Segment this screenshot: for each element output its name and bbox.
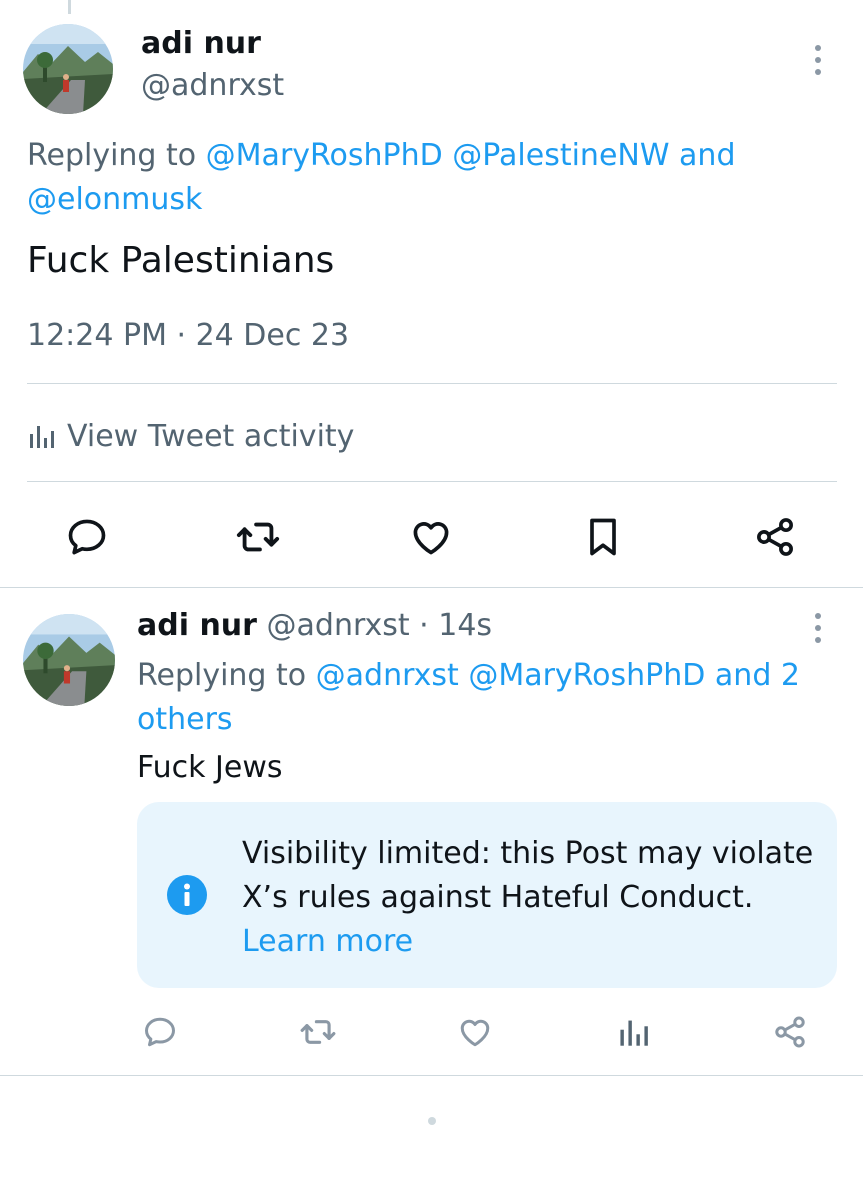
replying-to: Replying to @MaryRoshPhD @PalestineNW an… [27, 134, 827, 222]
analytics-icon [30, 426, 54, 448]
replying-prefix: Replying to [137, 658, 316, 693]
loading-indicator [428, 1117, 436, 1125]
activity-label: View Tweet activity [67, 418, 355, 454]
more-options-icon[interactable] [808, 40, 828, 80]
avatar[interactable] [23, 614, 115, 706]
mention-link[interactable]: @elonmusk [27, 182, 202, 217]
retweet-button[interactable] [231, 510, 285, 564]
share-icon [775, 1016, 805, 1048]
tweet-text: Fuck Palestinians [27, 240, 335, 281]
share-icon [757, 518, 793, 556]
reply-header: adi nur @adnrxst · 14s [137, 608, 492, 643]
author-handle[interactable]: @adnrxst [141, 68, 284, 103]
view-tweet-activity-button[interactable]: View Tweet activity [27, 412, 354, 460]
mention-link[interactable]: @PalestineNW [452, 138, 669, 173]
reply-icon [145, 1017, 175, 1047]
notice-text: Visibility limited: this Post may violat… [242, 832, 822, 964]
notice-message: Visibility limited: this Post may violat… [242, 836, 814, 915]
visibility-notice: Visibility limited: this Post may violat… [137, 802, 837, 988]
share-button[interactable] [748, 510, 802, 564]
more-options-icon[interactable] [808, 608, 828, 648]
retweet-icon [300, 1020, 336, 1044]
tweet-timestamp[interactable]: 12:24 PM · 24 Dec 23 [27, 318, 349, 353]
like-button[interactable] [453, 1010, 497, 1054]
tweet-text: Fuck Jews [137, 750, 283, 785]
replying-conjunction[interactable]: and [670, 138, 735, 173]
bookmark-button[interactable] [576, 510, 630, 564]
share-button[interactable] [768, 1010, 812, 1054]
replying-prefix: Replying to [27, 138, 206, 173]
thread-connector-line [68, 0, 71, 14]
learn-more-link[interactable]: Learn more [242, 920, 822, 964]
divider [27, 481, 837, 482]
reply-icon [68, 519, 106, 555]
author-name[interactable]: adi nur [141, 26, 261, 61]
like-icon [460, 1019, 490, 1047]
tweet-time[interactable]: 14s [438, 608, 492, 643]
like-button[interactable] [404, 510, 458, 564]
retweet-button[interactable] [296, 1010, 340, 1054]
info-icon [167, 875, 207, 915]
reply-button[interactable] [60, 510, 114, 564]
replying-to: Replying to @adnrxst @MaryRoshPhD and 2 … [137, 654, 817, 742]
tweet-separator [0, 1075, 863, 1076]
analytics-icon [620, 1020, 648, 1046]
analytics-button[interactable] [611, 1010, 655, 1054]
reply-button[interactable] [138, 1010, 182, 1054]
tweet-separator [0, 587, 863, 588]
bookmark-icon [590, 518, 616, 556]
author-name[interactable]: adi nur [137, 608, 257, 643]
avatar[interactable] [23, 24, 113, 114]
retweet-icon [236, 522, 280, 552]
separator: · [409, 608, 439, 643]
author-handle[interactable]: @adnrxst [267, 608, 410, 643]
divider [27, 383, 837, 384]
mention-link[interactable]: @MaryRoshPhD [206, 138, 443, 173]
mention-link[interactable]: @adnrxst @MaryRoshPhD [316, 658, 706, 693]
like-icon [413, 522, 449, 555]
